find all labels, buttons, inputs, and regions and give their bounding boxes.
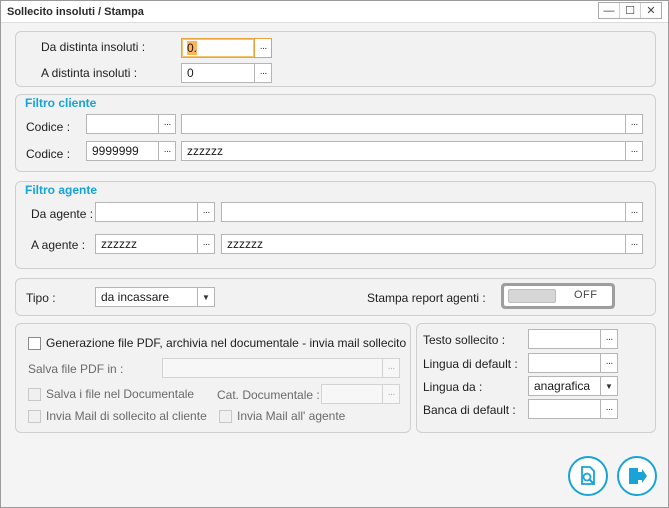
cliente-nome-input-1[interactable] [181, 114, 627, 134]
da-agente-name-lookup[interactable]: ··· [625, 202, 643, 222]
a-distinta-input[interactable]: 0 [181, 63, 255, 83]
a-agente-name-input[interactable]: zzzzzz [221, 234, 627, 254]
cat-documentale-input[interactable] [321, 384, 384, 404]
close-button[interactable]: ✕ [641, 3, 661, 18]
a-distinta-lookup-button[interactable]: ··· [254, 63, 272, 83]
da-distinta-lookup-button[interactable]: ··· [254, 38, 272, 58]
testo-sollecito-label: Testo sollecito : [423, 333, 506, 347]
da-distinta-input[interactable]: 0. [181, 38, 255, 58]
cliente-codice-lookup-1[interactable]: ··· [158, 114, 176, 134]
da-distinta-value: 0. [187, 41, 198, 55]
a-distinta-label: A distinta insoluti : [41, 66, 138, 80]
a-agente-code-input[interactable]: zzzzzz [95, 234, 199, 254]
salva-pdf-label: Salva file PDF in : [28, 362, 124, 376]
salva-pdf-input[interactable] [162, 358, 384, 378]
banca-default-lookup[interactable]: ··· [600, 399, 618, 419]
lingua-da-label: Lingua da : [423, 380, 483, 394]
cliente-codice-label-1: Codice : [26, 120, 71, 134]
filtro-agente-title: Filtro agente [25, 183, 98, 197]
generazione-pdf-checkbox[interactable] [28, 337, 41, 350]
a-agente-code-lookup[interactable]: ··· [197, 234, 215, 254]
cliente-codice-lookup-2[interactable]: ··· [158, 141, 176, 161]
invia-mail-cliente-label: Invia Mail di sollecito al cliente [46, 409, 207, 423]
a-agente-name-lookup[interactable]: ··· [625, 234, 643, 254]
da-distinta-label: Da distinta insoluti : [41, 40, 146, 54]
invia-mail-cliente-checkbox[interactable] [28, 410, 41, 423]
da-agente-code-input[interactable] [95, 202, 199, 222]
print-preview-icon [581, 466, 595, 485]
lingua-da-dropdown-button[interactable]: ▼ [600, 376, 618, 396]
lingua-default-input[interactable] [528, 353, 602, 373]
toggle-state-text: OFF [574, 289, 598, 301]
tipo-label: Tipo : [26, 291, 56, 305]
toggle-knob [508, 289, 556, 303]
cat-documentale-label: Cat. Documentale : [217, 388, 320, 402]
da-agente-label: Da agente : [31, 207, 94, 221]
window-controls: — ☐ ✕ [598, 2, 662, 19]
testo-sollecito-input[interactable] [528, 329, 602, 349]
lingua-da-select[interactable]: anagrafica [528, 376, 602, 396]
a-distinta-value: 0 [187, 66, 194, 80]
chevron-down-icon: ▼ [202, 292, 210, 302]
a-agente-label: A agente : [31, 238, 86, 252]
da-agente-code-lookup[interactable]: ··· [197, 202, 215, 222]
exit-button[interactable] [617, 456, 657, 496]
exit-icon [629, 468, 647, 484]
invia-mail-agente-checkbox[interactable] [219, 410, 232, 423]
tipo-dropdown-button[interactable]: ▼ [197, 287, 215, 307]
stampa-report-label: Stampa report agenti : [367, 291, 486, 305]
testo-sollecito-lookup[interactable]: ··· [600, 329, 618, 349]
filtro-agente-panel [15, 181, 656, 269]
banca-default-label: Banca di default : [423, 403, 516, 417]
invia-mail-agente-label: Invia Mail all' agente [237, 409, 346, 423]
lingua-default-lookup[interactable]: ··· [600, 353, 618, 373]
cat-documentale-lookup[interactable]: ··· [382, 384, 400, 404]
cliente-nome-input-2[interactable]: zzzzzz [181, 141, 627, 161]
chevron-down-icon: ▼ [605, 381, 613, 391]
filtro-cliente-title: Filtro cliente [25, 96, 97, 110]
cliente-codice-input-2[interactable]: 9999999 [86, 141, 160, 161]
salva-documentale-label: Salva i file nel Documentale [46, 387, 195, 401]
cliente-nome-lookup-1[interactable]: ··· [625, 114, 643, 134]
window-title: Sollecito insoluti / Stampa [7, 6, 144, 18]
generazione-pdf-label: Generazione file PDF, archivia nel docum… [46, 336, 407, 350]
stampa-report-toggle[interactable]: OFF [501, 283, 615, 309]
cliente-codice-input-1[interactable] [86, 114, 160, 134]
maximize-button[interactable]: ☐ [620, 3, 641, 18]
title-bar: Sollecito insoluti / Stampa — ☐ ✕ [1, 1, 668, 23]
salva-pdf-browse-button[interactable]: ··· [382, 358, 400, 378]
lingua-default-label: Lingua di default : [423, 357, 518, 371]
minimize-button[interactable]: — [599, 3, 620, 18]
da-agente-name-input[interactable] [221, 202, 627, 222]
main-window: Sollecito insoluti / Stampa — ☐ ✕ Da dis… [0, 0, 669, 508]
cliente-codice-label-2: Codice : [26, 147, 71, 161]
cliente-nome-lookup-2[interactable]: ··· [625, 141, 643, 161]
tipo-select[interactable]: da incassare [95, 287, 199, 307]
salva-documentale-checkbox[interactable] [28, 388, 41, 401]
banca-default-input[interactable] [528, 399, 602, 419]
print-preview-button[interactable] [568, 456, 608, 496]
